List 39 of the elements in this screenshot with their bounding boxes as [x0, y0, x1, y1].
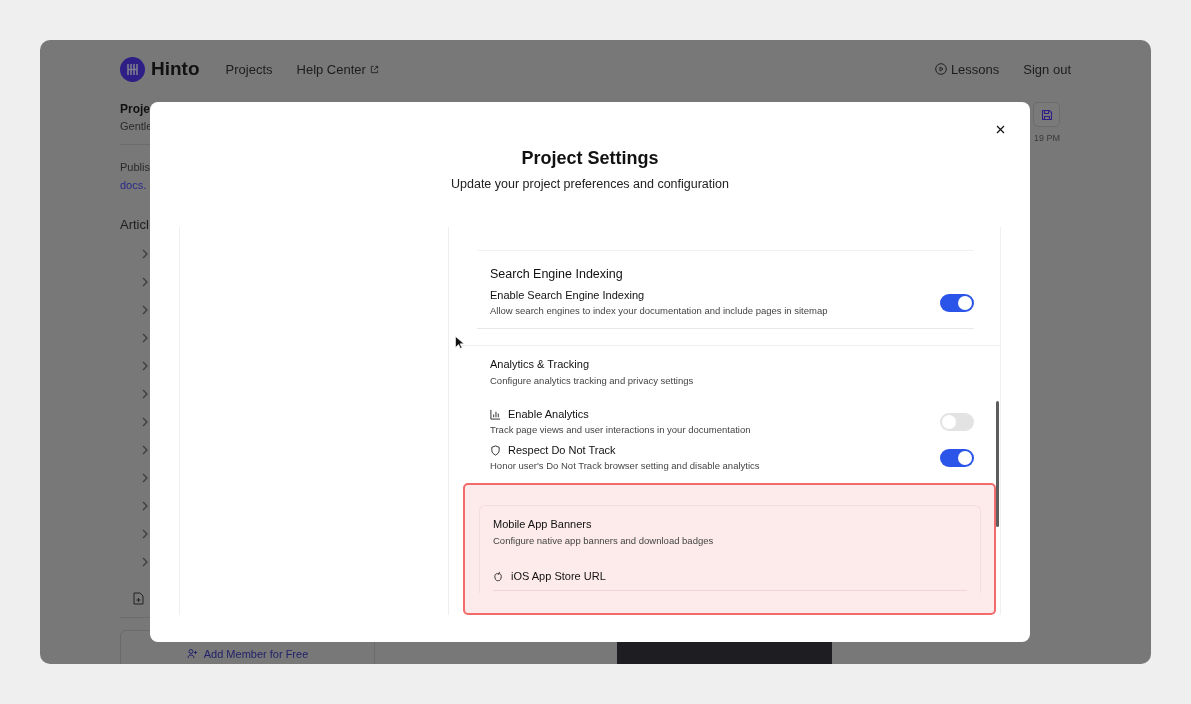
- nav-link[interactable]: Help Center: [296, 61, 379, 77]
- bar-chart-icon: [490, 408, 501, 420]
- setting-label: Enable Analytics: [508, 408, 589, 420]
- save-icon: [1040, 108, 1053, 121]
- play-circle-icon: [934, 63, 947, 75]
- external-link-icon: [369, 64, 379, 74]
- section-title: Mobile App Banners: [493, 518, 593, 530]
- sign-out-link[interactable]: Sign out: [1023, 61, 1071, 77]
- timestamp: 19 PM: [1034, 133, 1060, 143]
- shield-icon: [490, 444, 501, 456]
- section-title: Search Engine Indexing: [490, 267, 624, 281]
- cursor-icon: [455, 336, 464, 349]
- scrollbar[interactable]: [996, 401, 999, 527]
- lessons-link[interactable]: Lessons: [934, 61, 1000, 77]
- published-label: Publis: [120, 161, 151, 173]
- logo-icon: [120, 56, 145, 82]
- close-icon: [995, 124, 1005, 134]
- file-plus-icon[interactable]: [133, 592, 144, 605]
- setting-description: Honor user's Do Not Track browser setting and disable analytics: [490, 460, 760, 471]
- dialog-title: Project Settings: [521, 148, 659, 169]
- toggle-switch[interactable]: [940, 448, 974, 467]
- section-title: Analytics & Tracking: [490, 358, 591, 370]
- toggle-switch[interactable]: [940, 412, 974, 431]
- apple-icon: [493, 570, 504, 582]
- section-description: Configure native app banners and download badges: [493, 535, 715, 546]
- nav-link[interactable]: Projects: [225, 61, 273, 77]
- user-plus-icon: [186, 648, 198, 659]
- setting-label: Enable Search Engine Indexing: [490, 289, 645, 301]
- section-description: Configure analytics tracking and privacy settings: [490, 375, 695, 386]
- setting-description: Allow search engines to index your documentation and include pages in sitemap: [490, 305, 828, 316]
- setting-description: Track page views and user interactions in your documentation: [490, 424, 751, 435]
- logo-text: Hinto: [151, 58, 200, 80]
- field-label: iOS App Store URL: [511, 570, 606, 582]
- dialog-subtitle: Update your project preferences and configuration: [451, 177, 729, 191]
- save-button[interactable]: [1033, 102, 1060, 127]
- project-title: Proje: [120, 102, 151, 116]
- toggle-switch[interactable]: [940, 293, 974, 312]
- articles-heading: Articl: [120, 217, 150, 232]
- setting-label: Respect Do Not Track: [508, 444, 616, 456]
